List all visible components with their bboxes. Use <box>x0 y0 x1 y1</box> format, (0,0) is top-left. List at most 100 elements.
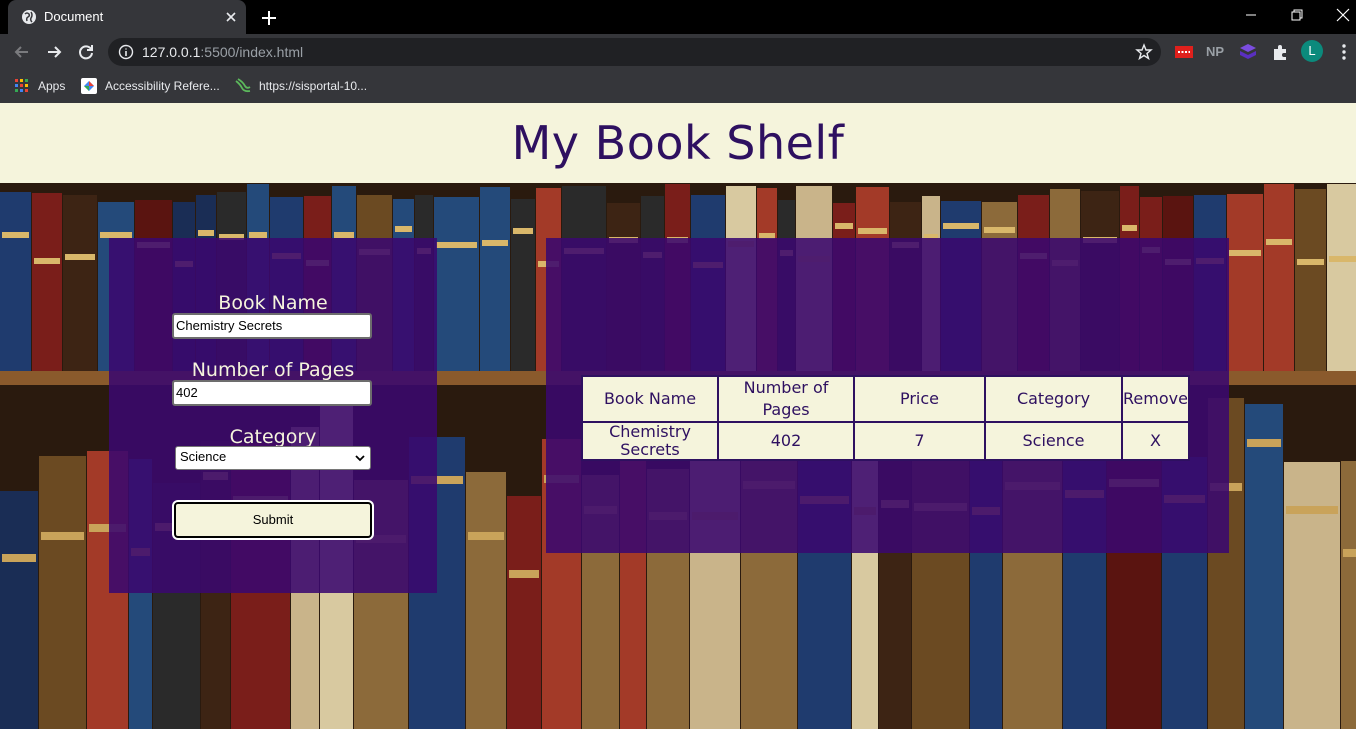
book-list-panel: Book Name Number of Pages Price Category… <box>546 238 1229 553</box>
cell-category: Science <box>984 421 1123 461</box>
bookmark-star-icon[interactable] <box>1135 43 1153 61</box>
accessibility-site-icon <box>81 78 97 94</box>
book-spine-band <box>2 232 29 238</box>
column-header-book-name: Book Name <box>581 375 719 423</box>
cell-pages: 402 <box>717 421 855 461</box>
book-spine-band <box>858 228 887 234</box>
book-name-input[interactable]: Chemistry Secrets <box>172 313 372 339</box>
book-spine-band <box>41 532 84 540</box>
book-spine-band <box>198 230 214 236</box>
add-book-form: Book Name Chemistry Secrets Number of Pa… <box>109 238 437 593</box>
book-spine <box>1341 461 1356 729</box>
new-tab-icon[interactable] <box>258 7 280 29</box>
bookmark-sisportal[interactable]: https://sisportal-10... <box>235 77 367 95</box>
book-spine-band <box>1122 225 1137 231</box>
book-spine-band <box>1266 239 1292 245</box>
red-extension-icon[interactable] <box>1174 42 1194 62</box>
more-menu-icon[interactable] <box>1334 42 1354 62</box>
book-spine-band <box>509 570 539 578</box>
profile-avatar[interactable]: L <box>1301 40 1323 62</box>
np-extension-icon[interactable]: NP <box>1206 44 1224 64</box>
forward-arrow-icon[interactable] <box>44 42 64 62</box>
url-path: :5500/index.html <box>200 44 304 60</box>
globe-icon <box>22 10 36 24</box>
book-spine <box>466 472 506 729</box>
category-label: Category <box>229 426 317 448</box>
book-spine <box>507 496 541 729</box>
browser-toolbar: 127.0.0.1:5500/index.html NP L <box>0 34 1356 70</box>
book-spine <box>1245 404 1283 729</box>
column-header-category: Category <box>984 375 1123 423</box>
close-window-icon[interactable] <box>1331 5 1355 27</box>
book-spine-band <box>65 254 95 260</box>
bookmark-accessibility[interactable]: Accessibility Refere... <box>81 77 220 95</box>
column-header-pages: Number of Pages <box>717 375 855 423</box>
book-spine-band <box>2 554 36 562</box>
book-spine-band <box>436 242 477 248</box>
book-spine-band <box>482 240 508 246</box>
browser-tab[interactable]: Document <box>8 0 246 34</box>
reload-icon[interactable] <box>76 42 96 62</box>
page-header: My Book Shelf <box>0 103 1356 183</box>
address-bar[interactable]: 127.0.0.1:5500/index.html <box>108 38 1161 66</box>
sisportal-site-icon <box>235 78 251 93</box>
book-spine-band <box>1247 439 1281 447</box>
bookmark-apps[interactable]: Apps <box>14 77 65 95</box>
bookmark-label: Apps <box>38 79 66 93</box>
book-name-label: Book Name <box>218 292 328 314</box>
book-spine-band <box>1297 259 1324 265</box>
book-spine-band <box>513 228 533 234</box>
close-tab-icon[interactable] <box>222 8 240 26</box>
pages-input[interactable]: 402 <box>172 380 372 406</box>
book-spine <box>511 199 535 373</box>
book-spine-band <box>984 227 1015 233</box>
book-spine <box>480 187 510 373</box>
cell-price: 7 <box>853 421 986 461</box>
tab-title: Document <box>44 9 104 24</box>
book-spine <box>32 193 62 373</box>
bookmark-label: Accessibility Refere... <box>105 79 220 93</box>
restore-window-icon[interactable] <box>1285 5 1309 27</box>
book-spine <box>1284 462 1340 729</box>
chevron-down-icon <box>355 455 365 462</box>
url-host: 127.0.0.1 <box>142 44 201 60</box>
book-spine-band <box>1229 250 1261 256</box>
pages-label: Number of Pages <box>191 359 355 381</box>
category-select[interactable]: Science <box>175 446 371 470</box>
table-header-row: Book Name Number of Pages Price Category… <box>581 375 1190 423</box>
page-title: My Book Shelf <box>511 116 845 170</box>
column-header-price: Price <box>853 375 986 423</box>
bookmark-label: https://sisportal-10... <box>259 79 368 93</box>
books-table: Book Name Number of Pages Price Category… <box>581 375 1190 461</box>
submit-button[interactable]: Submit <box>174 502 372 538</box>
book-spine <box>0 491 38 729</box>
back-arrow-icon[interactable] <box>12 42 32 62</box>
minimize-window-icon[interactable] <box>1239 5 1263 27</box>
book-spine <box>1264 184 1294 373</box>
book-spine-band <box>943 223 979 229</box>
extensions-puzzle-icon[interactable] <box>1270 42 1290 62</box>
book-spine <box>1227 194 1263 373</box>
book-spine <box>63 195 97 373</box>
book-spine-band <box>468 532 504 540</box>
cell-book-name: Chemistry Secrets <box>581 421 719 461</box>
book-spine <box>0 192 31 373</box>
page-viewport: My Book Shelf Book Name Chemistry Secret… <box>0 103 1356 729</box>
book-spine-band <box>1329 256 1356 262</box>
site-info-icon[interactable] <box>118 44 134 60</box>
category-selected-value: Science <box>180 449 227 464</box>
book-spine-band <box>835 223 853 229</box>
url-text: 127.0.0.1:5500/index.html <box>142 44 303 60</box>
bookmarks-bar: Apps Accessibility Refere... https://sis… <box>0 70 1356 103</box>
browser-tabstrip: Document <box>0 0 1356 34</box>
book-spine <box>434 197 479 373</box>
book-spine <box>1327 184 1356 373</box>
table-row: Chemistry Secrets 402 7 Science X <box>581 421 1190 461</box>
book-spine-band <box>395 226 412 232</box>
remove-book-button[interactable]: X <box>1121 421 1190 461</box>
purple-extension-icon[interactable] <box>1238 42 1258 62</box>
book-spine-band <box>1286 506 1338 514</box>
book-spine-band <box>34 258 60 264</box>
book-spine <box>39 456 86 729</box>
apps-grid-icon <box>15 79 28 92</box>
